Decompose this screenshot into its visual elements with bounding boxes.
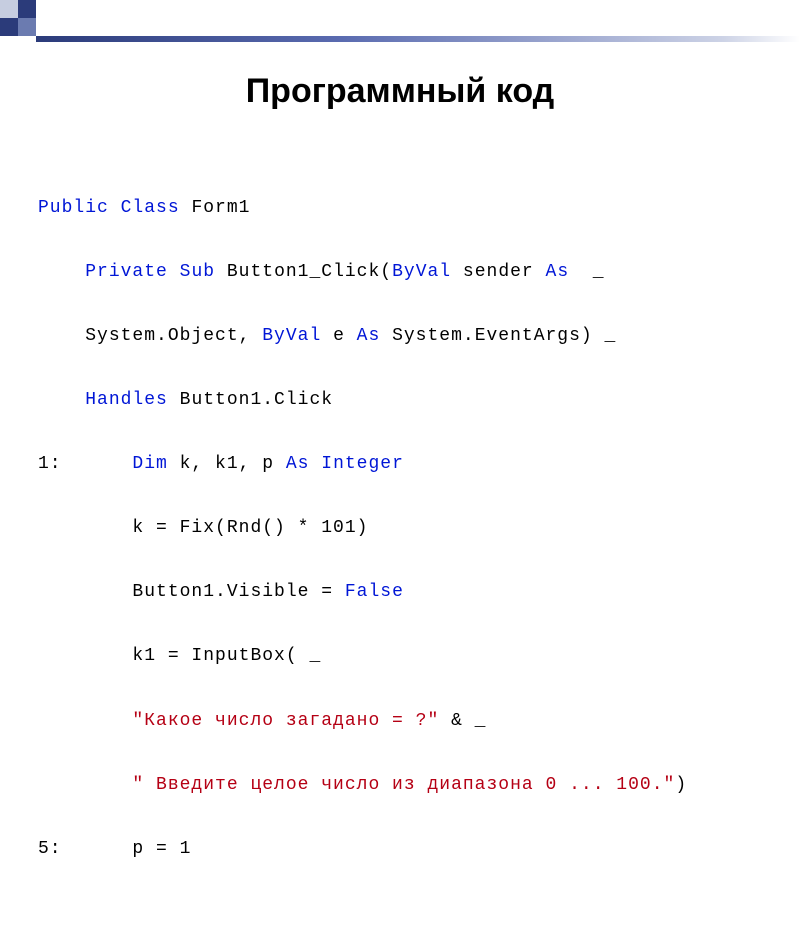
accent-bar [36,36,800,42]
code-line: Button1.Visible = False [38,576,770,608]
code-block: Public Class Form1 Private Sub Button1_C… [38,160,770,929]
code-line: k1 = InputBox( _ [38,640,770,672]
code-line: 5: p = 1 [38,833,770,865]
code-line: "Какое число загадано = ?" & _ [38,705,770,737]
slide: Программный код Public Class Form1 Priva… [0,0,800,600]
code-line: Handles Button1.Click [38,384,770,416]
code-line: 1: Dim k, k1, p As Integer [38,448,770,480]
code-line: Private Sub Button1_Click(ByVal sender A… [38,256,770,288]
code-line: System.Object, ByVal e As System.EventAr… [38,320,770,352]
corner-decoration [0,0,36,36]
code-line: k = Fix(Rnd() * 101) [38,512,770,544]
code-line: " Введите целое число из диапазона 0 ...… [38,769,770,801]
slide-title: Программный код [0,72,800,111]
code-line: Public Class Form1 [38,192,770,224]
